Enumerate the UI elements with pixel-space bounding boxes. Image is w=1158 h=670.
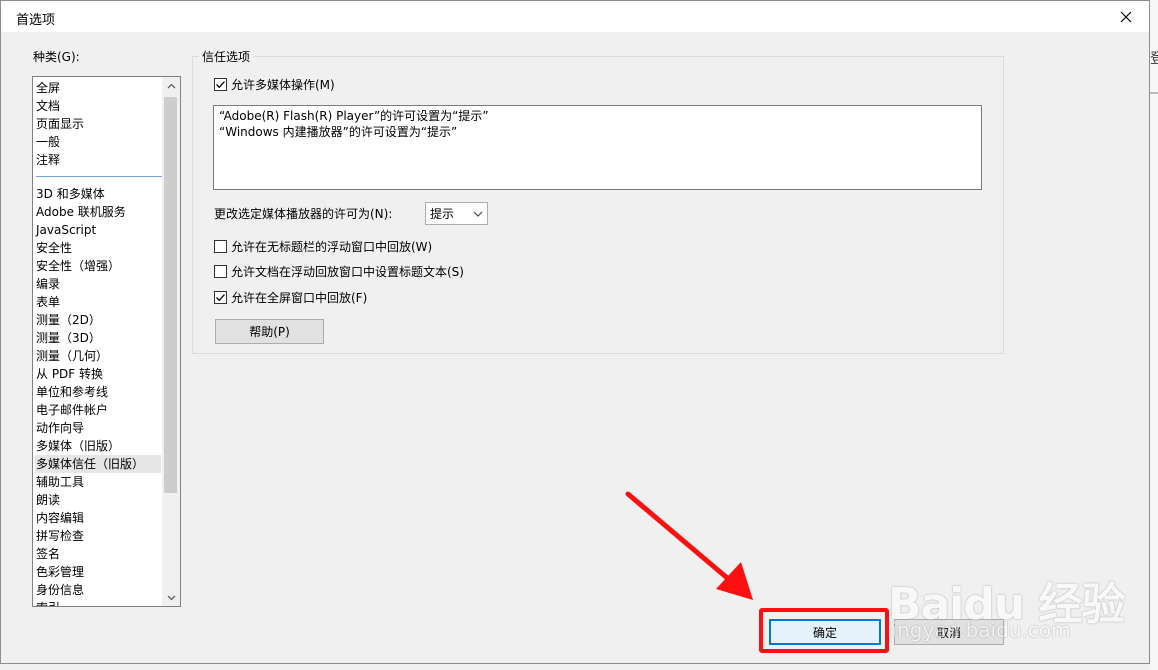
floating-window-checkbox[interactable]: 允许在无标题栏的浮动窗口中回放(W) — [214, 238, 432, 254]
close-icon — [1120, 11, 1132, 22]
permission-item[interactable]: “Windows 内建播放器”的许可设置为“提示” — [219, 124, 976, 140]
category-item[interactable]: 表单 — [36, 293, 162, 311]
trust-options-title: 信任选项 — [199, 48, 254, 65]
category-label: 种类(G): — [33, 50, 80, 64]
help-button[interactable]: 帮助(P) — [215, 319, 324, 344]
allow-multimedia-checkbox[interactable]: 允许多媒体操作(M) — [214, 76, 335, 92]
floating-window-label: 允许在无标题栏的浮动窗口中回放(W) — [231, 239, 433, 254]
category-list[interactable]: 全屏 文档 页面显示 一般 注释 3D 和多媒体 Adobe 联机服务 JavaScript 安… — [32, 76, 181, 607]
category-item[interactable]: 辅助工具 — [36, 473, 162, 491]
red-arrow-annotation — [625, 491, 753, 600]
permission-select-value: 提示 — [430, 207, 455, 221]
change-permission-label: 更改选定媒体播放器的许可为(N): — [214, 207, 393, 221]
fullscreen-playback-checkbox[interactable]: 允许在全屏窗口中回放(F) — [214, 289, 367, 305]
scroll-down-button[interactable] — [162, 589, 180, 606]
fullscreen-playback-label: 允许在全屏窗口中回放(F) — [231, 290, 368, 305]
category-item[interactable]: 安全性（增强） — [36, 257, 162, 275]
category-item[interactable]: 测量（3D） — [36, 329, 162, 347]
background-window-divider — [1150, 92, 1158, 94]
permissions-list[interactable]: “Adobe(R) Flash(R) Player”的许可设置为“提示” “Wi… — [213, 105, 982, 190]
permission-item[interactable]: “Adobe(R) Flash(R) Player”的许可设置为“提示” — [219, 108, 976, 124]
baidu-watermark: Baidu 经验 jingyan.baidu.com — [880, 538, 1150, 648]
check-icon — [216, 80, 225, 88]
scroll-thumb[interactable] — [164, 97, 177, 493]
category-item[interactable]: 测量（2D） — [36, 311, 162, 329]
category-item[interactable]: 朗读 — [36, 491, 162, 509]
category-item[interactable]: 电子邮件帐户 — [36, 401, 162, 419]
floating-title-label: 允许文档在浮动回放窗口中设置标题文本(S) — [231, 264, 464, 279]
background-window-edge — [1150, 0, 1158, 670]
watermark-sub-text: jingyan.baidu.com — [886, 618, 1071, 642]
checkbox-box[interactable] — [214, 77, 227, 91]
category-divider — [36, 176, 162, 177]
category-item[interactable]: 一般 — [36, 133, 162, 151]
chevron-up-icon — [167, 83, 175, 88]
checkbox-box[interactable] — [214, 264, 227, 278]
chevron-down-icon — [167, 595, 175, 600]
permission-select[interactable]: 提示 — [425, 202, 488, 225]
floating-title-checkbox[interactable]: 允许文档在浮动回放窗口中设置标题文本(S) — [214, 263, 464, 279]
chevron-down-icon — [473, 211, 483, 217]
category-item[interactable]: 安全性 — [36, 239, 162, 257]
checkbox-box[interactable] — [214, 239, 227, 253]
category-item[interactable]: 动作向导 — [36, 419, 162, 437]
category-item-selected[interactable]: 多媒体信任（旧版） — [35, 455, 161, 473]
category-scrollbar[interactable] — [162, 77, 180, 606]
close-button[interactable] — [1103, 1, 1149, 32]
check-icon — [216, 293, 225, 301]
background-window-text: 登 — [1150, 51, 1158, 67]
category-item[interactable]: 索引 — [36, 599, 162, 606]
checkbox-box[interactable] — [214, 290, 227, 304]
category-item[interactable]: JavaScript — [36, 221, 162, 239]
category-item[interactable]: 页面显示 — [36, 115, 162, 133]
category-item[interactable]: 3D 和多媒体 — [36, 185, 162, 203]
scroll-up-button[interactable] — [162, 77, 180, 94]
category-item[interactable]: 身份信息 — [36, 581, 162, 599]
category-item[interactable]: 编录 — [36, 275, 162, 293]
category-item[interactable]: 文档 — [36, 97, 162, 115]
ok-button-highlight — [759, 608, 889, 653]
category-item[interactable]: 色彩管理 — [36, 563, 162, 581]
title-bar: 首选项 — [1, 1, 1149, 32]
category-item[interactable]: 多媒体（旧版） — [36, 437, 162, 455]
allow-multimedia-label: 允许多媒体操作(M) — [231, 77, 335, 92]
category-item[interactable]: 拼写检查 — [36, 527, 162, 545]
window-title: 首选项 — [16, 13, 56, 28]
category-item[interactable]: 测量（几何） — [36, 347, 162, 365]
category-item[interactable]: 注释 — [36, 151, 162, 169]
category-item[interactable]: 单位和参考线 — [36, 383, 162, 401]
category-item[interactable]: 从 PDF 转换 — [36, 365, 162, 383]
category-item[interactable]: 全屏 — [36, 79, 162, 97]
category-item[interactable]: Adobe 联机服务 — [36, 203, 162, 221]
category-item[interactable]: 内容编辑 — [36, 509, 162, 527]
help-button-label: 帮助(P) — [249, 325, 290, 339]
category-item[interactable]: 签名 — [36, 545, 162, 563]
